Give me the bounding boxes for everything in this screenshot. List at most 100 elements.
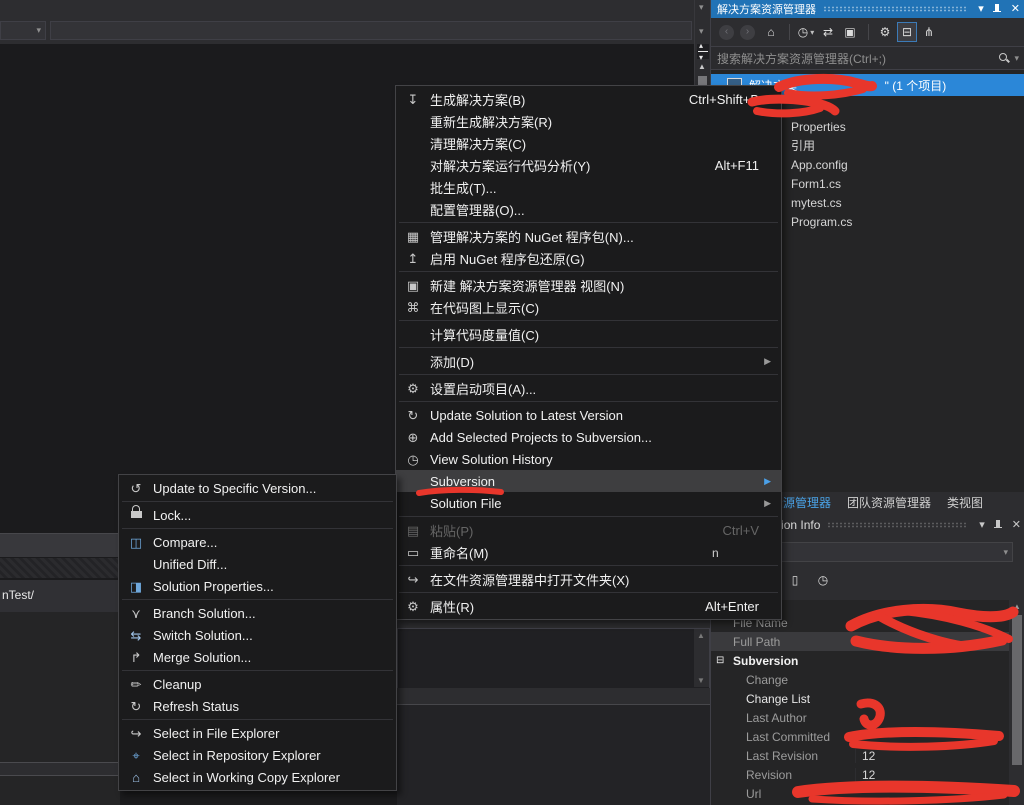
toolbar-button[interactable]: ‹ ▾ — [719, 25, 734, 40]
property-row[interactable]: Last Author — [711, 708, 1009, 727]
menu-item[interactable]: Lock... ▶ — [119, 504, 396, 526]
toolbar-button[interactable]: ⊟ ▾ — [897, 22, 917, 42]
rename-icon: ▭ — [396, 546, 430, 559]
menu-item[interactable]: ↪ Select in File Explorer ▶ — [119, 722, 396, 744]
properties-wrench-icon: ⚙ — [396, 600, 430, 613]
pin-icon[interactable] — [993, 3, 1002, 16]
chevron-down-icon: ▾ — [810, 28, 814, 37]
menu-item[interactable]: 计算代码度量值(C) ▶ — [396, 323, 781, 345]
collapse-expander-icon[interactable]: ⊟ — [711, 655, 733, 666]
toolbar-button[interactable]: ▾ — [841, 570, 861, 590]
open-folder-in-explorer-icon: ↪ — [396, 573, 430, 586]
scroll-up-icon[interactable]: ▲ — [697, 631, 705, 640]
close-icon[interactable]: ✕ — [1012, 520, 1021, 531]
chevron-down-icon[interactable]: ▾ — [1014, 54, 1019, 63]
menu-item[interactable]: ⌂ Select in Working Copy Explorer ▶ — [119, 766, 396, 788]
set-startup-project-icon: ⚙ — [396, 382, 430, 395]
toolbar-button[interactable]: ◷ ▾ — [796, 22, 816, 42]
menu-item[interactable]: ⚙ 属性(R) Alt+Enter ▶ — [396, 595, 781, 617]
chevron-down-icon: ▾ — [36, 26, 41, 35]
menu-item[interactable]: 配置管理器(O)... ▶ — [396, 198, 781, 220]
back-icon: ‹ — [725, 27, 728, 37]
toolbar-combobox[interactable]: ▾ — [0, 21, 46, 40]
toolbar-button[interactable]: ◷ ▾ — [813, 570, 833, 590]
property-row[interactable]: Change — [711, 670, 1009, 689]
menu-item[interactable]: ↻ Update Solution to Latest Version ▶ — [396, 404, 781, 426]
dialog-band — [397, 688, 710, 705]
menu-item[interactable]: ⇆ Switch Solution... ▶ — [119, 624, 396, 646]
dialog-textbox[interactable]: ▲ ▼ — [397, 628, 710, 690]
search-icon[interactable] — [998, 52, 1011, 65]
chevron-down-icon: ▾ — [1003, 548, 1008, 557]
menu-item[interactable]: ↪ 在文件资源管理器中打开文件夹(X) ▶ — [396, 568, 781, 590]
menu-item[interactable]: 添加(D) ▶ — [396, 350, 781, 372]
forward-icon: › — [746, 27, 749, 37]
panel-title-bar[interactable]: 解决方案资源管理器 ▾ ✕ — [711, 0, 1024, 18]
scroll-down-icon[interactable]: ▼ — [697, 676, 705, 685]
toolbar-button[interactable]: ⇄ ▾ — [818, 22, 838, 42]
menu-item[interactable]: ▭ 重命名(M) ▶ — [396, 541, 781, 563]
chevron-down-icon[interactable]: ▾ — [699, 3, 704, 12]
menu-item[interactable]: ↺ Update to Specific Version... ▶ — [119, 477, 396, 499]
toolbar-button[interactable]: ▣ ▾ — [840, 22, 860, 42]
menu-item[interactable]: ◫ Compare... ▶ — [119, 531, 396, 553]
toolbar-button[interactable]: ⌂ ▾ — [761, 22, 781, 42]
textbox-scrollbar[interactable]: ▲ ▼ — [694, 629, 709, 687]
menu-item[interactable]: ⋎ Branch Solution... ▶ — [119, 602, 396, 624]
chevron-down-icon[interactable]: ▾ — [699, 27, 704, 36]
menu-item[interactable]: ◨ Solution Properties... ▶ — [119, 575, 396, 597]
menu-item[interactable]: 批生成(T)... ▶ — [396, 176, 781, 198]
window-position-menu-icon[interactable]: ▾ — [978, 4, 984, 15]
grid-scrollbar[interactable]: ▲ — [1009, 600, 1024, 805]
property-row[interactable]: Change List — [711, 689, 1009, 708]
toolbar-bar — [50, 21, 692, 40]
search-input[interactable]: 搜索解决方案资源管理器(Ctrl+;) ▾ — [711, 46, 1024, 70]
menu-item[interactable]: ↥ 启用 NuGet 程序包还原(G) ▶ — [396, 247, 781, 269]
menu-item[interactable]: Unified Diff... ▶ — [119, 553, 396, 575]
menu-item[interactable]: ⌖ Select in Repository Explorer ▶ — [119, 744, 396, 766]
scroll-up-icon[interactable]: ▲ — [698, 62, 706, 71]
property-row[interactable]: ⊟ Subversion — [711, 651, 1009, 670]
paste-icon: ▤ — [396, 524, 430, 537]
menu-item[interactable]: ⚙ 设置启动项目(A)... ▶ — [396, 377, 781, 399]
toolbar-button[interactable]: › ▾ — [740, 25, 755, 40]
menu-item[interactable]: Subversion ▶ — [396, 470, 781, 492]
branch-icon: ⋎ — [119, 607, 153, 620]
toolbar-button[interactable]: ⚙ ▾ — [875, 22, 895, 42]
menu-item[interactable]: ⌘ 在代码图上显示(C) ▶ — [396, 296, 781, 318]
window-position-menu-icon[interactable]: ▾ — [979, 520, 985, 531]
menu-item[interactable]: 对解决方案运行代码分析(Y) Alt+F11 ▶ — [396, 154, 781, 176]
property-row[interactable]: Last Revision 12 — [711, 746, 1009, 765]
panel-tab[interactable]: 类视图 — [947, 494, 983, 511]
menu-item[interactable]: ✏ Cleanup ▶ — [119, 673, 396, 695]
property-row[interactable]: Last Committed — [711, 727, 1009, 746]
panel-tab[interactable]: 团队资源管理器 — [847, 494, 931, 511]
property-row[interactable]: Full Path — [711, 632, 1009, 651]
menu-item[interactable]: ▦ 管理解决方案的 NuGet 程序包(N)... ▶ — [396, 225, 781, 247]
toolbar-button[interactable]: ▯ ▾ — [785, 570, 805, 590]
property-row[interactable]: Revision 12 — [711, 765, 1009, 784]
menu-item[interactable]: Solution File ▶ — [396, 492, 781, 514]
solution-explorer-toolbar: ‹ ▾ › ▾ ⌂ ▾ ▾ ◷ ▾ ⇄ ▾ ▣ — [711, 18, 1024, 46]
splitter-handle-icon[interactable] — [697, 44, 709, 59]
menu-item[interactable]: ▤ 粘贴(P) Ctrl+V ▶ — [396, 519, 781, 541]
close-icon[interactable]: ✕ — [1011, 4, 1020, 15]
toolbar-button[interactable]: ▾ — [789, 24, 790, 40]
menu-item[interactable]: ↱ Merge Solution... ▶ — [119, 646, 396, 668]
menu-item[interactable]: ↧ 生成解决方案(B) Ctrl+Shift+B ▶ — [396, 88, 781, 110]
property-row[interactable]: Url — [711, 784, 1009, 803]
pin-icon[interactable] — [994, 519, 1003, 532]
menu-item[interactable]: ◷ View Solution History ▶ — [396, 448, 781, 470]
menu-item[interactable]: ⊕ Add Selected Projects to Subversion...… — [396, 426, 781, 448]
scrollbar-thumb[interactable] — [1012, 615, 1022, 765]
history-icon: ◷ — [818, 574, 828, 586]
toolbar-button[interactable]: ▾ — [868, 24, 869, 40]
menu-item[interactable]: ↻ Refresh Status ▶ — [119, 695, 396, 717]
menu-item[interactable]: 清理解决方案(C) ▶ — [396, 132, 781, 154]
toolbar-button[interactable]: ⋔ ▾ — [919, 22, 939, 42]
scroll-up-icon[interactable]: ▲ — [1013, 602, 1021, 611]
submenu-arrow-icon: ▶ — [759, 476, 771, 487]
menu-item[interactable]: ▣ 新建 解决方案资源管理器 视图(N) ▶ — [396, 274, 781, 296]
dialog-band — [0, 533, 120, 557]
menu-item[interactable]: 重新生成解决方案(R) ▶ — [396, 110, 781, 132]
